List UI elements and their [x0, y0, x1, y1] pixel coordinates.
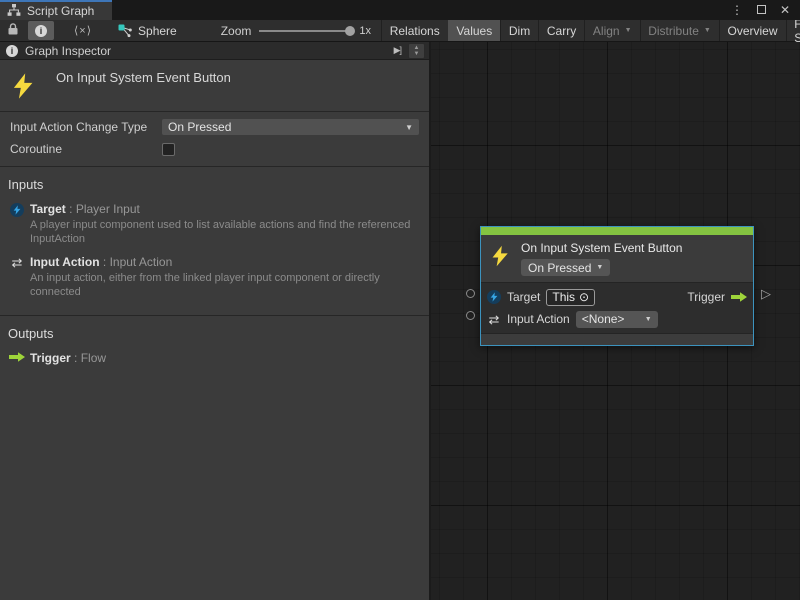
menu-icon[interactable]: ⋮: [731, 4, 743, 16]
scroll-spinner[interactable]: ▲ ▼: [408, 43, 425, 59]
target-port-label: Target: [507, 290, 540, 304]
unit-title: On Input System Event Button: [56, 70, 231, 85]
window-controls: ⋮ ✕: [731, 0, 800, 20]
info-icon: i: [6, 45, 18, 57]
carry-button[interactable]: Carry: [539, 20, 584, 41]
lock-button[interactable]: [0, 20, 26, 41]
graph-object-icon: [118, 24, 132, 38]
maximize-icon[interactable]: [757, 3, 766, 17]
code-preview-button[interactable]: ⟨×⟩: [56, 20, 110, 41]
chevron-down-icon: ▼: [704, 27, 711, 34]
inputs-section: Inputs Target : Player Input A player in…: [0, 167, 429, 315]
change-type-field: Input Action Change Type On Pressed ▼: [10, 119, 419, 135]
object-picker-icon[interactable]: ⊙: [579, 290, 589, 304]
graph-canvas[interactable]: On Input System Event Button On Pressed …: [431, 42, 800, 600]
event-node[interactable]: On Input System Event Button On Pressed …: [480, 226, 754, 346]
chevron-down-icon: ▼: [645, 316, 652, 323]
inspector-toggle-button[interactable]: i: [28, 21, 54, 40]
zoom-slider-handle[interactable]: [345, 26, 355, 36]
values-button[interactable]: Values: [448, 20, 500, 41]
change-type-label: Input Action Change Type: [10, 120, 162, 134]
outputs-header: Outputs: [8, 326, 429, 341]
flow-arrow-icon: [9, 352, 25, 365]
node-accent-bar: [481, 227, 753, 235]
lock-icon: [7, 22, 19, 39]
target-object-field[interactable]: This ⊙: [546, 289, 595, 306]
event-bolt-icon: [12, 72, 34, 100]
dim-button[interactable]: Dim: [501, 20, 538, 41]
zoom-label: Zoom: [221, 24, 252, 38]
script-graph-window: Script Graph ⋮ ✕ i ⟨×⟩ Sphere Zoom: [0, 0, 800, 600]
player-input-port-icon[interactable]: [487, 290, 501, 304]
inspector-header-title: Graph Inspector: [25, 44, 387, 58]
trigger-port-label: Trigger: [687, 290, 725, 304]
close-icon[interactable]: ✕: [780, 4, 790, 16]
graph-object-label: Sphere: [138, 24, 177, 38]
chevron-down-icon: ▼: [596, 264, 603, 271]
align-dropdown-button[interactable]: Align ▼: [585, 20, 640, 41]
player-input-port-icon: [10, 203, 24, 217]
distribute-dropdown-button[interactable]: Distribute ▼: [640, 20, 719, 41]
trigger-outlet-icon[interactable]: ▷: [761, 286, 771, 302]
chevron-down-icon: ▼: [625, 27, 632, 34]
inspector-empty-space: [0, 381, 429, 600]
input-action-port-connector[interactable]: [466, 311, 475, 320]
unit-settings: Input Action Change Type On Pressed ▼ Co…: [0, 112, 429, 167]
target-port-connector[interactable]: [466, 289, 475, 298]
port-entry-target: Target : Player Input A player input com…: [4, 202, 421, 247]
main-content: i Graph Inspector ▶] ▲ ▼ On Input System…: [0, 42, 800, 600]
zoom-value: 1x: [359, 25, 371, 37]
node-port-row-target: Target This ⊙ Trigger: [487, 286, 747, 308]
graph-inspector-panel: i Graph Inspector ▶] ▲ ▼ On Input System…: [0, 42, 431, 600]
event-mode-dropdown[interactable]: On Pressed ▼: [521, 259, 610, 276]
coroutine-checkbox[interactable]: [162, 143, 175, 156]
input-action-dropdown[interactable]: <None> ▼: [576, 311, 658, 328]
graph-object-button[interactable]: Sphere: [110, 20, 185, 41]
dock-panel-icon[interactable]: ▶]: [394, 45, 401, 56]
coroutine-field: Coroutine: [10, 141, 419, 157]
input-action-port-label: Input Action: [507, 312, 570, 326]
input-action-icon: ⇄: [12, 256, 23, 300]
code-icon: ⟨×⟩: [74, 24, 92, 37]
coroutine-label: Coroutine: [10, 142, 162, 156]
chevron-down-icon: ▼: [405, 123, 413, 132]
input-action-icon[interactable]: ⇄: [487, 313, 501, 326]
relations-button[interactable]: Relations: [382, 20, 448, 41]
node-header[interactable]: On Input System Event Button On Pressed …: [481, 235, 753, 283]
graph-toolbar: i ⟨×⟩ Sphere Zoom 1x Relations Values Di…: [0, 20, 800, 42]
info-icon: i: [35, 25, 47, 37]
port-description: An input action, either from the linked …: [30, 271, 415, 300]
inputs-header: Inputs: [8, 177, 429, 192]
node-port-row-input-action: ⇄ Input Action <None> ▼: [487, 308, 747, 330]
port-entry-input-action: ⇄ Input Action : Input Action An input a…: [4, 255, 421, 300]
zoom-slider[interactable]: [259, 30, 351, 32]
change-type-dropdown[interactable]: On Pressed ▼: [162, 119, 419, 135]
node-title: On Input System Event Button: [521, 241, 682, 255]
port-description: A player input component used to list av…: [30, 218, 415, 247]
inspector-header-bar: i Graph Inspector ▶] ▲ ▼: [0, 42, 429, 60]
port-entry-trigger: Trigger : Flow: [4, 351, 421, 365]
tab-strip: Script Graph ⋮ ✕: [0, 0, 800, 20]
overview-button[interactable]: Overview: [720, 20, 786, 41]
outputs-section: Outputs Trigger : Flow: [0, 315, 429, 381]
graph-hierarchy-icon: [7, 3, 21, 20]
event-bolt-icon: [491, 244, 509, 276]
unit-title-block: On Input System Event Button: [0, 60, 429, 112]
zoom-control: Zoom 1x: [211, 20, 381, 41]
tab-script-graph[interactable]: Script Graph: [0, 0, 112, 20]
tab-label: Script Graph: [27, 4, 94, 18]
fullscreen-button[interactable]: Full Screen: [786, 20, 800, 41]
node-footer: [481, 333, 753, 345]
spinner-down-icon[interactable]: ▼: [414, 51, 420, 57]
node-body: Target This ⊙ Trigger ⇄ Input Acti: [481, 283, 753, 333]
trigger-flow-arrow-icon[interactable]: [731, 292, 747, 302]
toolbar-right-group: Relations Values Dim Carry Align ▼ Distr…: [381, 20, 800, 41]
